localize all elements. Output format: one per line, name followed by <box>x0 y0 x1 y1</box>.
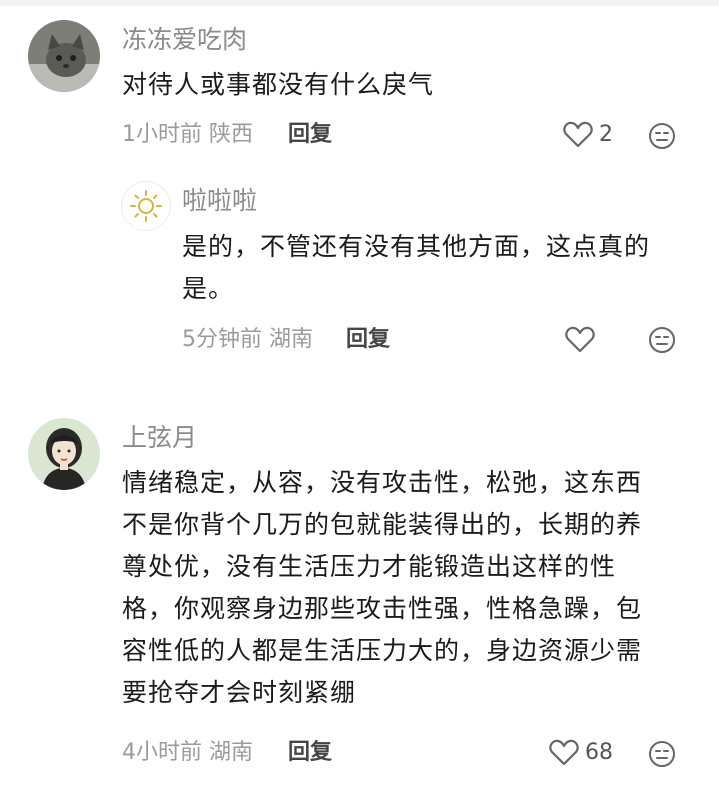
like-button[interactable] <box>565 325 595 353</box>
reply-location: 湖南 <box>269 327 314 352</box>
comment-text: 对待人或事都没有什么戾气 <box>122 70 435 99</box>
comment-meta: 1小时前 陕西 <box>122 120 253 150</box>
comment-text-line: 尊处优，没有生活压力才能锻造出这样的性 <box>122 552 617 581</box>
reply-meta: 5分钟前 湖南 <box>182 325 313 355</box>
comment-text-line: 情绪稳定，从容，没有攻击性，松弛，这东西 <box>122 468 643 497</box>
like-count: 68 <box>585 739 613 765</box>
sun-icon <box>130 190 162 222</box>
reply-time: 5分钟前 <box>182 327 262 352</box>
girl-avatar-icon <box>28 418 100 490</box>
top-divider <box>0 0 719 6</box>
like-button[interactable]: 68 <box>549 738 613 766</box>
reply-button[interactable]: 回复 <box>288 120 332 150</box>
smiley-face-icon[interactable] <box>648 326 676 358</box>
like-button[interactable]: 2 <box>563 120 613 148</box>
comment-location: 湖南 <box>209 740 254 765</box>
avatar[interactable] <box>28 418 100 490</box>
reply-avatar[interactable] <box>121 181 171 231</box>
comment-text-line: 不是你背个几万的包就能装得出的，长期的养 <box>122 510 643 539</box>
reply-button[interactable]: 回复 <box>288 738 332 768</box>
comment-text: 情绪稳定，从容，没有攻击性，松弛，这东西 不是你背个几万的包就能装得出的，长期的… <box>122 462 702 714</box>
comment-text-line: 要抢夺才会时刻紧绷 <box>122 678 357 707</box>
heart-outline-icon <box>563 121 593 148</box>
comment-text-line: 容性低的人都是生活压力大的，身边资源少需 <box>122 636 643 665</box>
cat-avatar-icon <box>28 20 100 92</box>
comment-time: 4小时前 <box>122 740 202 765</box>
comment-meta: 4小时前 湖南 <box>122 738 253 768</box>
comment-username[interactable]: 上弦月 <box>122 422 197 454</box>
avatar[interactable] <box>28 20 100 92</box>
smiley-face-icon[interactable] <box>648 122 676 154</box>
smiley-face-icon[interactable] <box>648 740 676 772</box>
reply-text-line: 是。 <box>182 274 235 303</box>
comment-location: 陕西 <box>209 122 254 147</box>
reply-text-line: 是的，不管还有没有其他方面，这点真的 <box>182 232 651 261</box>
heart-outline-icon <box>549 739 579 766</box>
comment-text-line: 格，你观察身边那些攻击性强，性格急躁，包 <box>122 594 643 623</box>
reply-username[interactable]: 啦啦啦 <box>182 185 257 217</box>
comment-username[interactable]: 冻冻爱吃肉 <box>122 24 247 56</box>
reply-text: 是的，不管还有没有其他方面，这点真的 是。 <box>182 226 692 310</box>
heart-outline-icon <box>565 326 595 353</box>
like-count: 2 <box>599 121 613 147</box>
comment-time: 1小时前 <box>122 122 202 147</box>
reply-button[interactable]: 回复 <box>346 325 390 355</box>
